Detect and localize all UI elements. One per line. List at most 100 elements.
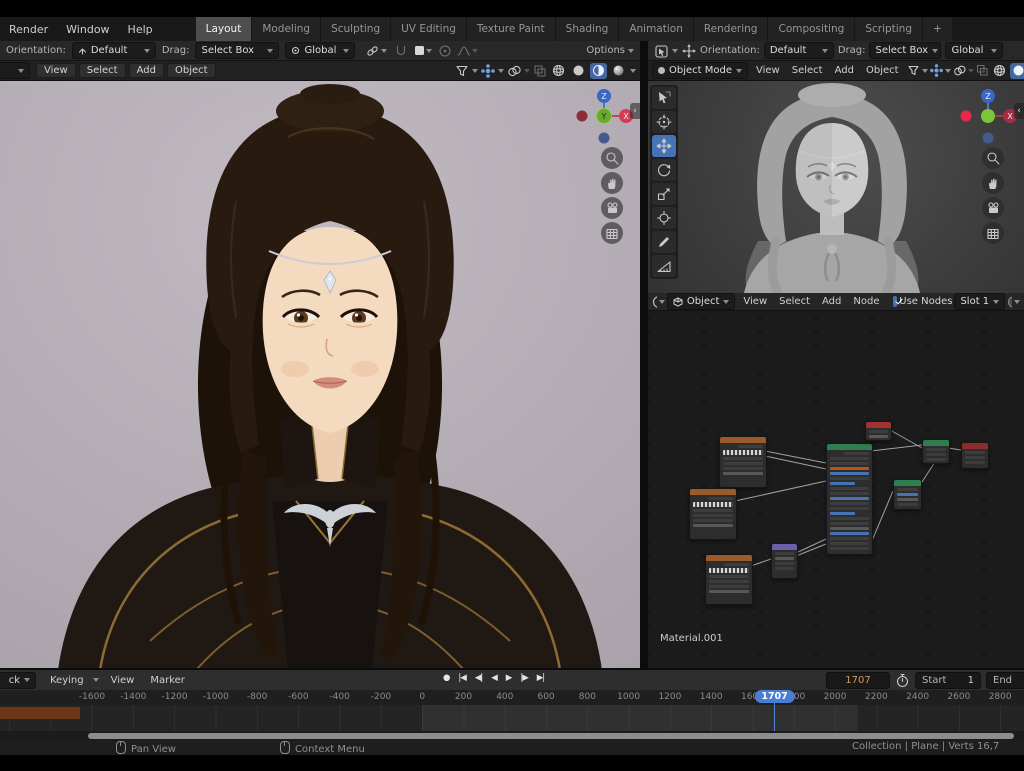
node-editor-canvas[interactable]: Material.001 <box>648 311 1024 668</box>
auto-keying-stopwatch-icon[interactable] <box>895 673 910 688</box>
chevron-down-icon[interactable] <box>381 49 387 53</box>
overlays-icon[interactable] <box>953 64 966 77</box>
record-button[interactable]: ● <box>440 672 452 684</box>
overlays-icon[interactable] <box>507 64 521 78</box>
zoom-icon[interactable] <box>601 147 623 169</box>
menu-item[interactable]: Object <box>167 63 216 78</box>
visibility-funnel-icon[interactable] <box>907 64 920 77</box>
menu-item[interactable]: Select <box>79 63 126 78</box>
view-menu[interactable]: View <box>105 674 141 687</box>
workspace-tab[interactable]: + <box>923 17 953 41</box>
chevron-down-icon[interactable] <box>922 69 928 73</box>
workspace-tab[interactable]: Compositing <box>768 17 855 41</box>
select-box-tool[interactable] <box>652 87 676 109</box>
chevron-down-icon[interactable] <box>1014 300 1020 304</box>
menu-item[interactable]: View <box>36 63 76 78</box>
mix-shader-node[interactable] <box>922 439 950 464</box>
transform-tool[interactable] <box>652 207 676 229</box>
chevron-down-icon[interactable] <box>498 69 504 73</box>
chevron-down-icon[interactable] <box>672 49 678 53</box>
orthographic-grid-icon[interactable] <box>982 222 1004 244</box>
play-button[interactable]: ▶ <box>503 672 515 684</box>
viewport-3d-right[interactable]: Z X ‹ <box>648 81 1024 293</box>
orthographic-grid-icon[interactable] <box>601 222 623 244</box>
workspace-tab[interactable]: Modeling <box>252 17 321 41</box>
timeline-track-area[interactable] <box>0 705 1024 731</box>
image-texture-node[interactable] <box>689 488 737 540</box>
chevron-down-icon[interactable] <box>524 69 530 73</box>
drag-dropdown[interactable]: Select Box <box>195 42 279 59</box>
current-frame-field[interactable]: 1707 <box>826 672 890 689</box>
camera-view-icon[interactable] <box>982 197 1004 219</box>
xray-toggle-icon[interactable] <box>533 64 547 78</box>
rotate-tool[interactable] <box>652 159 676 181</box>
workspace-tab[interactable]: Scripting <box>855 17 923 41</box>
image-texture-node[interactable] <box>719 436 767 488</box>
measure-tool[interactable] <box>652 255 676 277</box>
menu-item[interactable]: Help <box>119 23 162 36</box>
area-divider-vertical[interactable] <box>640 41 648 670</box>
menu-item[interactable]: Add <box>829 64 860 77</box>
menu-item[interactable]: Object <box>860 64 905 77</box>
falloff-curve-icon[interactable] <box>456 44 470 58</box>
shading-rendered-icon[interactable] <box>610 63 627 79</box>
marker-menu[interactable]: Marker <box>144 674 191 687</box>
workspace-tab[interactable]: Rendering <box>694 17 769 41</box>
pan-hand-icon[interactable] <box>601 172 623 194</box>
gizmos-icon[interactable] <box>481 64 495 78</box>
shader-node[interactable] <box>893 479 922 510</box>
xray-toggle-icon[interactable] <box>976 64 989 77</box>
workspace-tab[interactable]: Layout <box>196 17 253 41</box>
prev-keyframe-button[interactable]: ◀| <box>472 672 485 684</box>
pan-hand-icon[interactable] <box>982 172 1004 194</box>
menu-item[interactable]: Add <box>816 295 847 308</box>
drag-dropdown[interactable]: Select Box <box>869 42 941 59</box>
principled-bsdf-node[interactable] <box>826 443 873 555</box>
menu-item[interactable]: View <box>750 64 786 77</box>
chevron-down-icon[interactable] <box>426 49 432 53</box>
workspace-tab[interactable]: Sculpting <box>321 17 391 41</box>
shading-solid-icon[interactable] <box>1010 63 1024 79</box>
chevron-down-icon[interactable] <box>472 69 478 73</box>
play-reverse-button[interactable]: ◀ <box>488 672 500 684</box>
visibility-funnel-icon[interactable] <box>455 64 469 78</box>
move-tool[interactable] <box>652 135 676 157</box>
snap-target-icon[interactable] <box>365 44 379 58</box>
workspace-tab[interactable]: UV Editing <box>391 17 467 41</box>
timeline-scrollbar[interactable] <box>88 733 1014 739</box>
chevron-down-icon[interactable] <box>968 69 974 73</box>
start-frame-field[interactable]: Start 1 <box>915 672 981 689</box>
menu-item[interactable]: Select <box>773 295 816 308</box>
shading-wireframe-icon[interactable] <box>550 63 567 79</box>
playback-menu-clipped[interactable]: ck <box>0 672 36 689</box>
mode-dropdown-clipped[interactable]: de <box>0 62 30 79</box>
chevron-down-icon[interactable] <box>472 49 478 53</box>
shading-material-icon[interactable] <box>590 63 607 79</box>
scale-tool[interactable] <box>652 183 676 205</box>
orientation-dropdown[interactable]: Default <box>72 42 156 59</box>
camera-view-icon[interactable] <box>601 197 623 219</box>
pivot-dropdown[interactable]: Global <box>285 42 355 59</box>
shading-wireframe-icon[interactable] <box>991 63 1008 79</box>
viewport-3d-left[interactable]: Z X Y ‹ <box>0 81 640 670</box>
jump-to-start-button[interactable]: |◀ <box>455 672 468 684</box>
shading-solid-icon[interactable] <box>570 63 587 79</box>
material-output-node[interactable] <box>961 442 989 469</box>
timeline-ruler[interactable]: -1600-1400-1200-1000-800-600-400-2000200… <box>0 690 1024 705</box>
slot-dropdown[interactable]: Slot 1 <box>954 293 1005 310</box>
menu-item[interactable]: Node <box>847 295 885 308</box>
input-node[interactable] <box>865 421 892 441</box>
gizmos-icon[interactable] <box>930 64 943 77</box>
cursor-tool[interactable] <box>652 111 676 133</box>
proportional-square-icon[interactable] <box>415 46 424 55</box>
view-navigation-gizmo[interactable]: Z X Y <box>572 86 636 148</box>
sidebar-toggle[interactable]: ‹ <box>630 103 640 119</box>
move-tool-icon[interactable] <box>682 44 696 58</box>
shader-type-icon[interactable] <box>652 295 657 309</box>
active-tool-icon[interactable] <box>654 44 668 58</box>
jump-to-end-button[interactable]: ▶| <box>534 672 547 684</box>
chevron-down-icon[interactable] <box>630 69 636 73</box>
next-keyframe-button[interactable]: |▶ <box>517 672 530 684</box>
view-navigation-gizmo[interactable]: Z X <box>956 86 1020 148</box>
magnet-icon[interactable] <box>393 44 407 58</box>
